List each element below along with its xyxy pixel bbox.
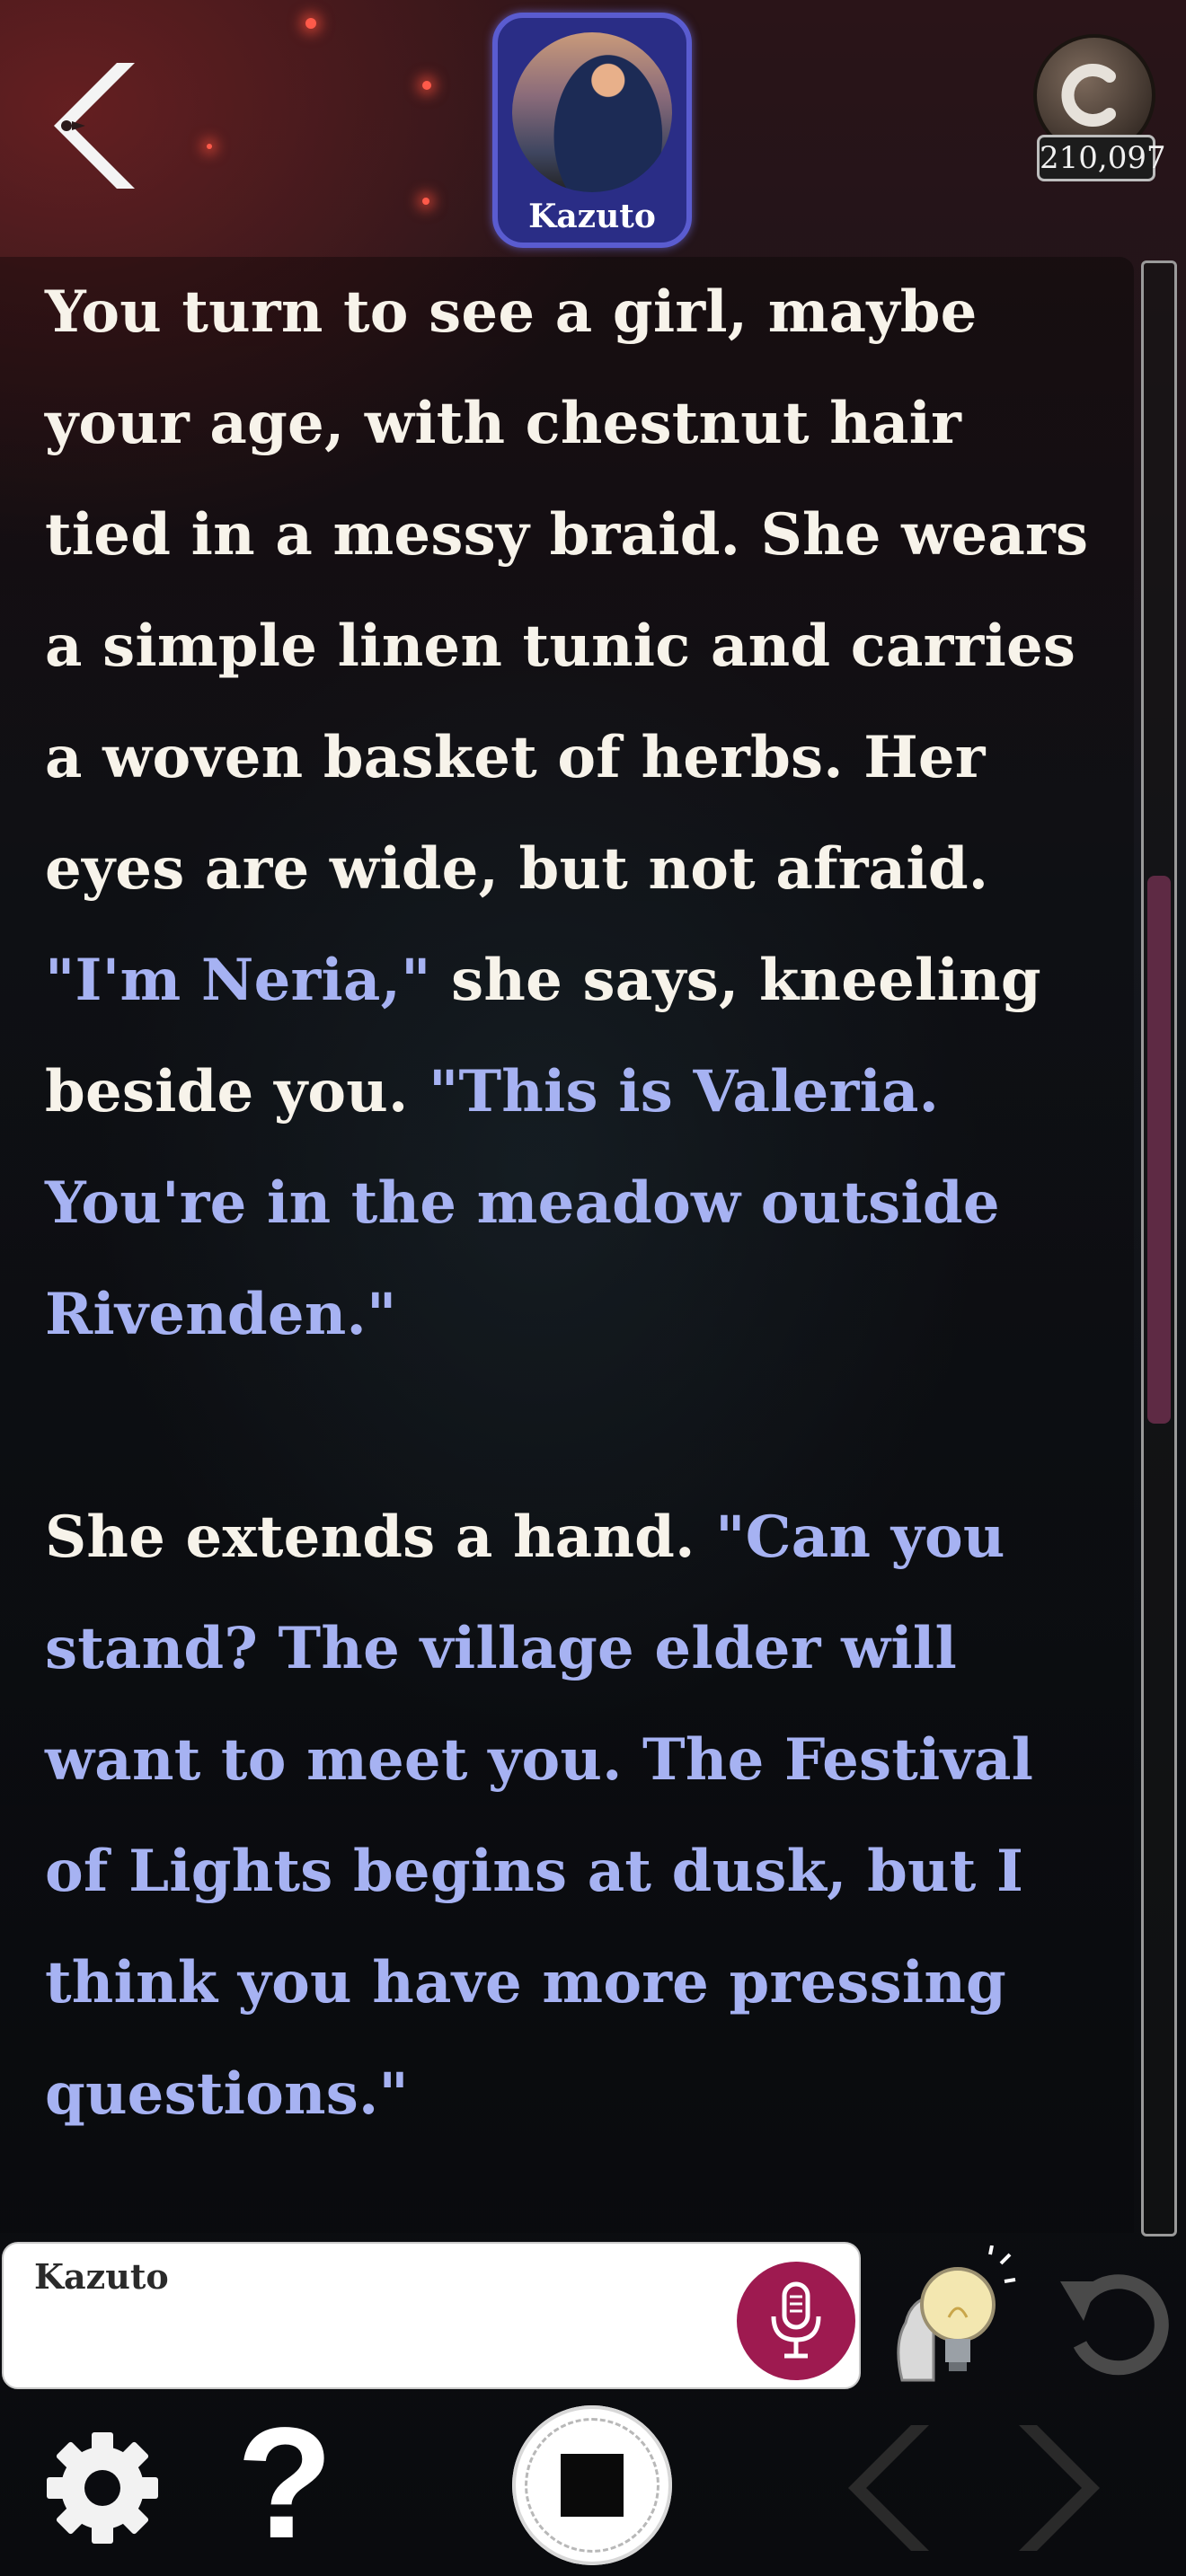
message-input[interactable]: Kazuto: [2, 2242, 861, 2389]
coin-balance-widget[interactable]: 210,097: [1024, 34, 1168, 196]
microphone-button[interactable]: [737, 2262, 855, 2380]
story-scrollbar[interactable]: [1141, 260, 1177, 2236]
scrollbar-thumb[interactable]: [1147, 876, 1171, 1424]
story-paragraph: She extends a hand. "Can you stand? The …: [45, 1482, 1098, 2150]
ember-decoration: [422, 81, 431, 90]
settings-button[interactable]: [40, 2425, 165, 2551]
back-button[interactable]: [36, 54, 144, 198]
previous-page-button[interactable]: [830, 2416, 938, 2560]
microphone-icon: [771, 2281, 821, 2359]
input-speaker-label: Kazuto: [34, 2256, 169, 2297]
story-panel: You turn to see a girl, maybe your age, …: [0, 257, 1134, 2233]
ember-decoration: [207, 144, 212, 149]
next-page-button[interactable]: [1010, 2416, 1118, 2560]
story-text: You turn to see a girl, maybe your age, …: [0, 257, 1134, 2233]
undo-icon: [1060, 2274, 1169, 2376]
ember-decoration: [422, 198, 429, 205]
help-button[interactable]: ?: [235, 2404, 334, 2563]
character-name: Kazuto: [528, 198, 656, 235]
chevron-left-icon: [54, 63, 135, 189]
narration-text: You turn to see a girl, maybe your age, …: [45, 278, 1089, 903]
stop-button[interactable]: [512, 2405, 672, 2565]
gear-icon: [47, 2432, 158, 2544]
hint-button[interactable]: [884, 2245, 1019, 2389]
ember-decoration: [305, 18, 316, 29]
story-paragraph: You turn to see a girl, maybe your age, …: [45, 257, 1098, 1371]
undo-button[interactable]: [1048, 2245, 1173, 2389]
character-avatar[interactable]: Kazuto: [492, 13, 692, 248]
coin-count: 210,097: [1037, 135, 1166, 181]
chevron-right-icon: [1019, 2425, 1100, 2551]
stop-icon: [561, 2454, 624, 2517]
dialogue-quote: "I'm Neria,": [45, 947, 431, 1014]
character-portrait: [512, 32, 672, 192]
chevron-left-icon: [848, 2425, 929, 2551]
dialogue-quote: "Can you stand? The village elder will w…: [45, 1504, 1034, 2128]
lightbulb-icon: [897, 2245, 1016, 2382]
narration-text: She extends a hand.: [45, 1504, 716, 1571]
